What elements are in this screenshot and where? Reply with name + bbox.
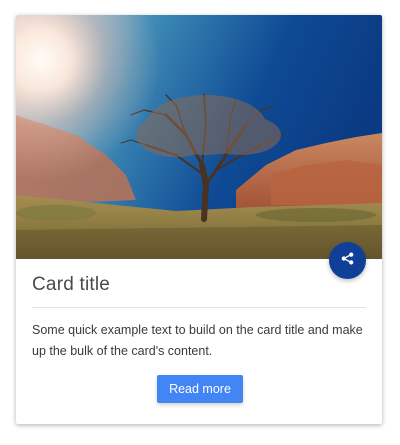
card-title: Card title (32, 274, 111, 295)
card-text: Some quick example text to build on the … (32, 323, 363, 358)
read-more-button[interactable]: Read more (157, 375, 243, 403)
card: Card title Some quick example text to bu… (16, 15, 382, 424)
share-icon (341, 251, 354, 270)
card-image (16, 15, 382, 259)
share-button[interactable] (329, 242, 366, 279)
divider (32, 307, 366, 308)
